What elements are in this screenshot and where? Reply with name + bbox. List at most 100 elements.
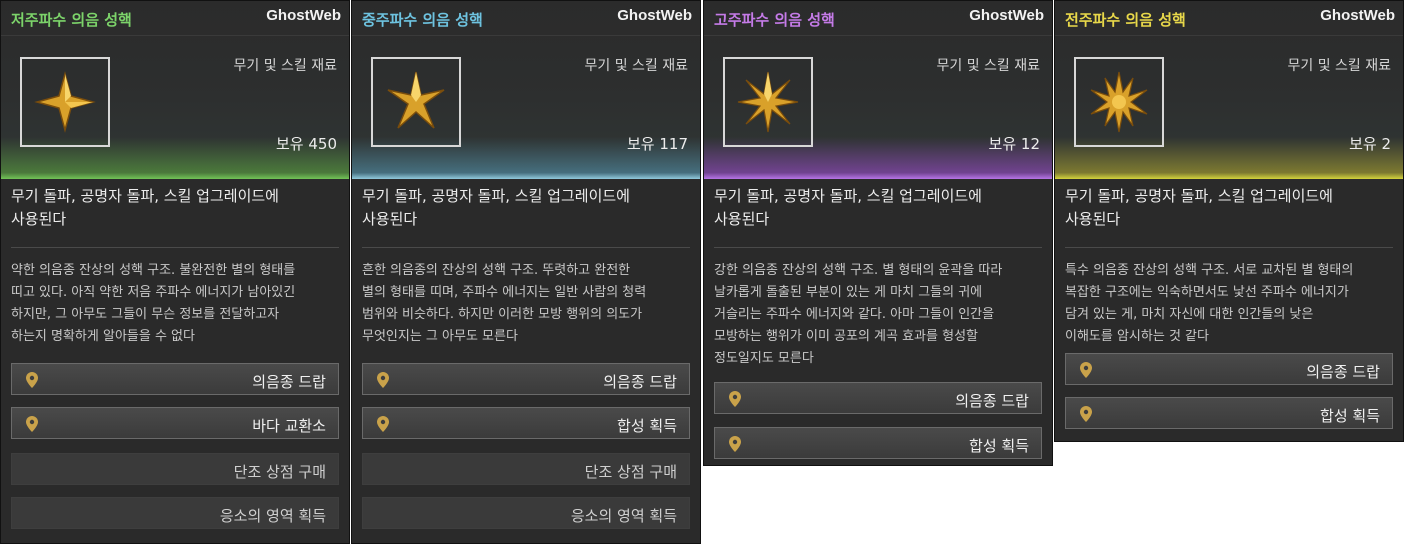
item-title: 저주파수 의음 성핵 [11,11,132,29]
card-header: 고주파수 의음 성핵 GhostWeb 무기 및 스킬 재료 보유 12 [704,1,1052,179]
star-core-icon [387,71,445,129]
source-label: 응소의 영역 획득 [219,507,326,525]
item-description: 특수 의음종 잔상의 성핵 구조. 서로 교차된 별 형태의 복잡한 구조에는 … [1055,248,1403,348]
source-label: 단조 상점 구매 [233,463,326,481]
owned-count: 보유 12 [988,135,1040,153]
usage-line: 사용된다 [714,210,770,228]
description-line: 날카롭게 돌출된 부분이 있는 게 마치 그들의 귀에 [714,285,983,300]
usage-text: 무기 돌파, 공명자 돌파, 스킬 업그레이드에 사용된다 [352,179,700,237]
description-line: 약한 의음종 잔상의 성핵 구조. 불완전한 별의 형태를 [11,263,296,278]
source-label: 의음종 드랍 [955,392,1029,410]
divider [352,35,700,36]
usage-line: 무기 돌파, 공명자 돌파, 스킬 업그레이드에 [714,187,982,205]
item-type: 무기 및 스킬 재료 [233,58,337,74]
source-label: 합성 획득 [969,437,1029,455]
source-label: 응소의 영역 획득 [570,507,677,525]
description-line: 정도일지도 모른다 [714,351,814,366]
source-button[interactable]: 응소의 영역 획득 [362,497,690,529]
usage-text: 무기 돌파, 공명자 돌파, 스킬 업그레이드에 사용된다 [1055,179,1403,237]
item-card-high-frequency: 고주파수 의음 성핵 GhostWeb 무기 및 스킬 재료 보유 12 무기 … [703,0,1053,466]
item-description: 흔한 의음종의 잔상의 성핵 구조. 뚜렷하고 완전한 별의 형태를 띠며, 주… [352,248,700,348]
location-pin-icon [1080,406,1092,422]
item-card-full-frequency: 전주파수 의음 성핵 GhostWeb 무기 및 스킬 재료 보유 2 무기 돌… [1054,0,1404,442]
card-header: 전주파수 의음 성핵 GhostWeb 무기 및 스킬 재료 보유 2 [1055,1,1403,179]
divider [704,35,1052,36]
usage-text: 무기 돌파, 공명자 돌파, 스킬 업그레이드에 사용된다 [1,179,349,237]
source-label: 의음종 드랍 [603,373,677,391]
source-button[interactable]: 단조 상점 구매 [11,453,339,485]
location-pin-icon [377,416,389,432]
item-card-mid-frequency: 중주파수 의음 성핵 GhostWeb 무기 및 스킬 재료 보유 117 무기… [351,0,701,544]
item-icon-frame [371,57,461,147]
source-button[interactable]: 합성 획득 [362,407,690,439]
item-icon-frame [20,57,110,147]
source-button[interactable]: 바다 교환소 [11,407,339,439]
item-title: 전주파수 의음 성핵 [1065,11,1186,29]
source-button[interactable]: 합성 획득 [1065,397,1393,429]
source-label: 의음종 드랍 [1306,363,1380,381]
location-pin-icon [1080,362,1092,378]
description-line: 별의 형태를 띠며, 주파수 에너지는 일반 사람의 청력 [362,285,647,300]
usage-line: 무기 돌파, 공명자 돌파, 스킬 업그레이드에 [362,187,630,205]
item-description: 강한 의음종 잔상의 성핵 구조. 별 형태의 윤곽을 따라 날카롭게 돌출된 … [704,248,1052,370]
source-button[interactable]: 의음종 드랍 [11,363,339,395]
description-line: 복잡한 구조에는 익숙하면서도 낯선 주파수 에너지가 [1065,285,1349,300]
description-line: 이해도를 암시하는 것 같다 [1065,329,1209,344]
location-pin-icon [729,436,741,452]
watermark-brand: GhostWeb [1320,7,1395,24]
card-header: 중주파수 의음 성핵 GhostWeb 무기 및 스킬 재료 보유 117 [352,1,700,179]
star-core-icon [1090,71,1148,133]
item-title: 고주파수 의음 성핵 [714,11,835,29]
watermark-brand: GhostWeb [617,7,692,24]
description-line: 무엇인지는 그 아무도 모른다 [362,329,518,344]
location-pin-icon [26,416,38,432]
description-line: 거슬리는 주파수 에너지와 같다. 아마 그들이 인간을 [714,307,995,322]
source-button[interactable]: 응소의 영역 획득 [11,497,339,529]
watermark-brand: GhostWeb [969,7,1044,24]
location-pin-icon [26,372,38,388]
card-header: 저주파수 의음 성핵 GhostWeb 무기 및 스킬 재료 보유 450 [1,1,349,179]
usage-line: 사용된다 [362,210,418,228]
description-line: 모방하는 행위가 이미 공포의 계곡 효과를 형성할 [714,329,978,344]
item-type: 무기 및 스킬 재료 [584,58,688,74]
source-button[interactable]: 의음종 드랍 [362,363,690,395]
item-icon-frame [723,57,813,147]
source-button[interactable]: 의음종 드랍 [714,382,1042,414]
owned-count: 보유 117 [627,135,688,153]
description-line: 특수 의음종 잔상의 성핵 구조. 서로 교차된 별 형태의 [1065,263,1354,278]
item-card-low-frequency: 저주파수 의음 성핵 GhostWeb 무기 및 스킬 재료 보유 450 무기… [0,0,350,544]
source-label: 합성 획득 [617,417,677,435]
description-line: 하지만, 그 아무도 그들이 무슨 정보를 전달하고자 [11,307,280,322]
owned-count: 보유 2 [1349,135,1391,153]
description-line: 범위와 비슷하다. 하지만 이러한 모방 행위의 의도가 [362,307,643,322]
source-button[interactable]: 의음종 드랍 [1065,353,1393,385]
star-core-icon [737,71,799,133]
location-pin-icon [377,372,389,388]
usage-line: 무기 돌파, 공명자 돌파, 스킬 업그레이드에 [1065,187,1333,205]
item-icon-frame [1074,57,1164,147]
description-line: 강한 의음종 잔상의 성핵 구조. 별 형태의 윤곽을 따라 [714,263,1003,278]
usage-line: 사용된다 [1065,210,1121,228]
watermark-brand: GhostWeb [266,7,341,24]
divider [1,35,349,36]
description-line: 띠고 있다. 아직 약한 저음 주파수 에너지가 남아있긴 [11,285,296,300]
usage-line: 무기 돌파, 공명자 돌파, 스킬 업그레이드에 [11,187,279,205]
source-label: 단조 상점 구매 [584,463,677,481]
description-line: 담겨 있는 게, 마치 자신에 대한 인간들의 낮은 [1065,307,1314,322]
star-core-icon [34,71,96,133]
usage-line: 사용된다 [11,210,67,228]
divider [1055,35,1403,36]
item-description: 약한 의음종 잔상의 성핵 구조. 불완전한 별의 형태를 띠고 있다. 아직 … [1,248,349,348]
item-title: 중주파수 의음 성핵 [362,11,483,29]
owned-count: 보유 450 [276,135,337,153]
source-label: 의음종 드랍 [252,373,326,391]
description-line: 흔한 의음종의 잔상의 성핵 구조. 뚜렷하고 완전한 [362,263,631,278]
description-line: 하는지 명확하게 알아들을 수 없다 [11,329,195,344]
source-label: 바다 교환소 [252,417,326,435]
source-button[interactable]: 합성 획득 [714,427,1042,459]
item-type: 무기 및 스킬 재료 [1287,58,1391,74]
usage-text: 무기 돌파, 공명자 돌파, 스킬 업그레이드에 사용된다 [704,179,1052,237]
item-type: 무기 및 스킬 재료 [936,58,1040,74]
source-button[interactable]: 단조 상점 구매 [362,453,690,485]
source-label: 합성 획득 [1320,407,1380,425]
